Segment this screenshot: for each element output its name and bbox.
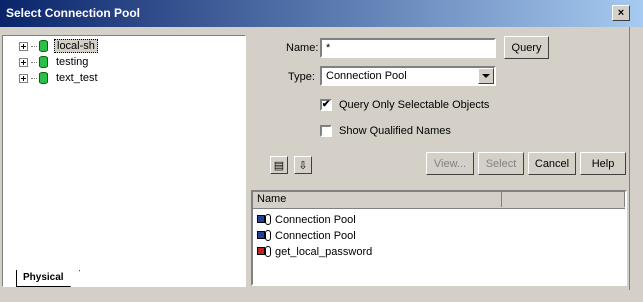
column-header-name[interactable]: Name [253, 192, 502, 207]
select-button-label: Select [485, 157, 517, 170]
query-selectable-label: Query Only Selectable Objects [339, 99, 490, 111]
tree-item-label: testing [56, 56, 89, 68]
name-input-value: * [326, 42, 331, 54]
list-item-label: get_local_password [275, 246, 373, 258]
expand-icon[interactable] [19, 73, 28, 83]
help-button[interactable]: Help [580, 152, 626, 175]
properties-button[interactable]: ▤ [270, 156, 288, 174]
status-strip [0, 290, 643, 302]
type-select[interactable]: Connection Pool [320, 66, 496, 86]
connection-pool-icon [257, 230, 273, 242]
title-bar: Select Connection Pool [0, 0, 643, 27]
tree-item-label: text_test [56, 72, 98, 84]
tree-item-testing[interactable]: testing [19, 54, 90, 70]
connection-pool-icon [257, 214, 273, 226]
list-item-label: Connection Pool [275, 230, 356, 242]
select-button[interactable]: Select [478, 152, 524, 175]
tab-physical[interactable]: Physical [16, 270, 80, 287]
close-icon: × [617, 6, 625, 19]
list-icon: ▤ [273, 159, 285, 172]
dialog-window: Select Connection Pool × local-sh testin… [0, 0, 643, 302]
results-header: Name [253, 192, 625, 209]
tab-label: Physical [23, 272, 64, 283]
type-label: Type: [288, 71, 315, 83]
move-down-button[interactable]: ⇩ [294, 156, 312, 174]
chevron-down-icon[interactable] [478, 68, 494, 84]
database-icon [39, 40, 48, 52]
list-item-label: Connection Pool [275, 214, 356, 226]
checkmark-icon: ✔ [321, 99, 331, 110]
expand-icon[interactable] [19, 41, 28, 51]
tree-connector [31, 61, 37, 63]
arrow-down-icon: ⇩ [298, 159, 308, 172]
query-selectable-checkbox[interactable]: ✔ [320, 99, 332, 111]
column-header-blank[interactable] [502, 192, 625, 207]
database-icon [39, 72, 48, 84]
help-button-label: Help [591, 157, 615, 170]
list-item[interactable]: get_local_password [257, 244, 372, 260]
show-qualified-checkbox[interactable] [320, 125, 332, 137]
tree-item-text-test[interactable]: text_test [19, 70, 100, 86]
show-qualified-label: Show Qualified Names [339, 125, 451, 137]
cancel-button-label: Cancel [534, 157, 570, 170]
window-right-edge [629, 27, 643, 302]
query-button-label: Query [511, 41, 542, 54]
type-select-value: Connection Pool [326, 70, 407, 82]
tree-connector [31, 45, 37, 47]
list-item[interactable]: Connection Pool [257, 228, 356, 244]
tree-pane[interactable]: local-sh testing text_test [2, 35, 246, 287]
cancel-button[interactable]: Cancel [528, 152, 576, 175]
tree-item-label: local-sh [54, 39, 98, 53]
name-label: Name: [286, 42, 319, 54]
dialog-title: Select Connection Pool [6, 6, 141, 20]
list-item[interactable]: Connection Pool [257, 212, 356, 228]
query-button[interactable]: Query [504, 36, 549, 59]
expand-icon[interactable] [19, 57, 28, 67]
tree-item-local-sh[interactable]: local-sh [19, 38, 98, 54]
results-list[interactable]: Name Connection Pool Connection Pool get… [251, 190, 627, 286]
init-block-icon [257, 246, 273, 258]
database-icon [39, 56, 48, 68]
close-button[interactable]: × [612, 5, 630, 21]
view-button[interactable]: View... [426, 152, 474, 175]
name-input[interactable]: * [320, 38, 496, 58]
tree-connector [31, 77, 37, 79]
view-button-label: View... [433, 157, 467, 170]
